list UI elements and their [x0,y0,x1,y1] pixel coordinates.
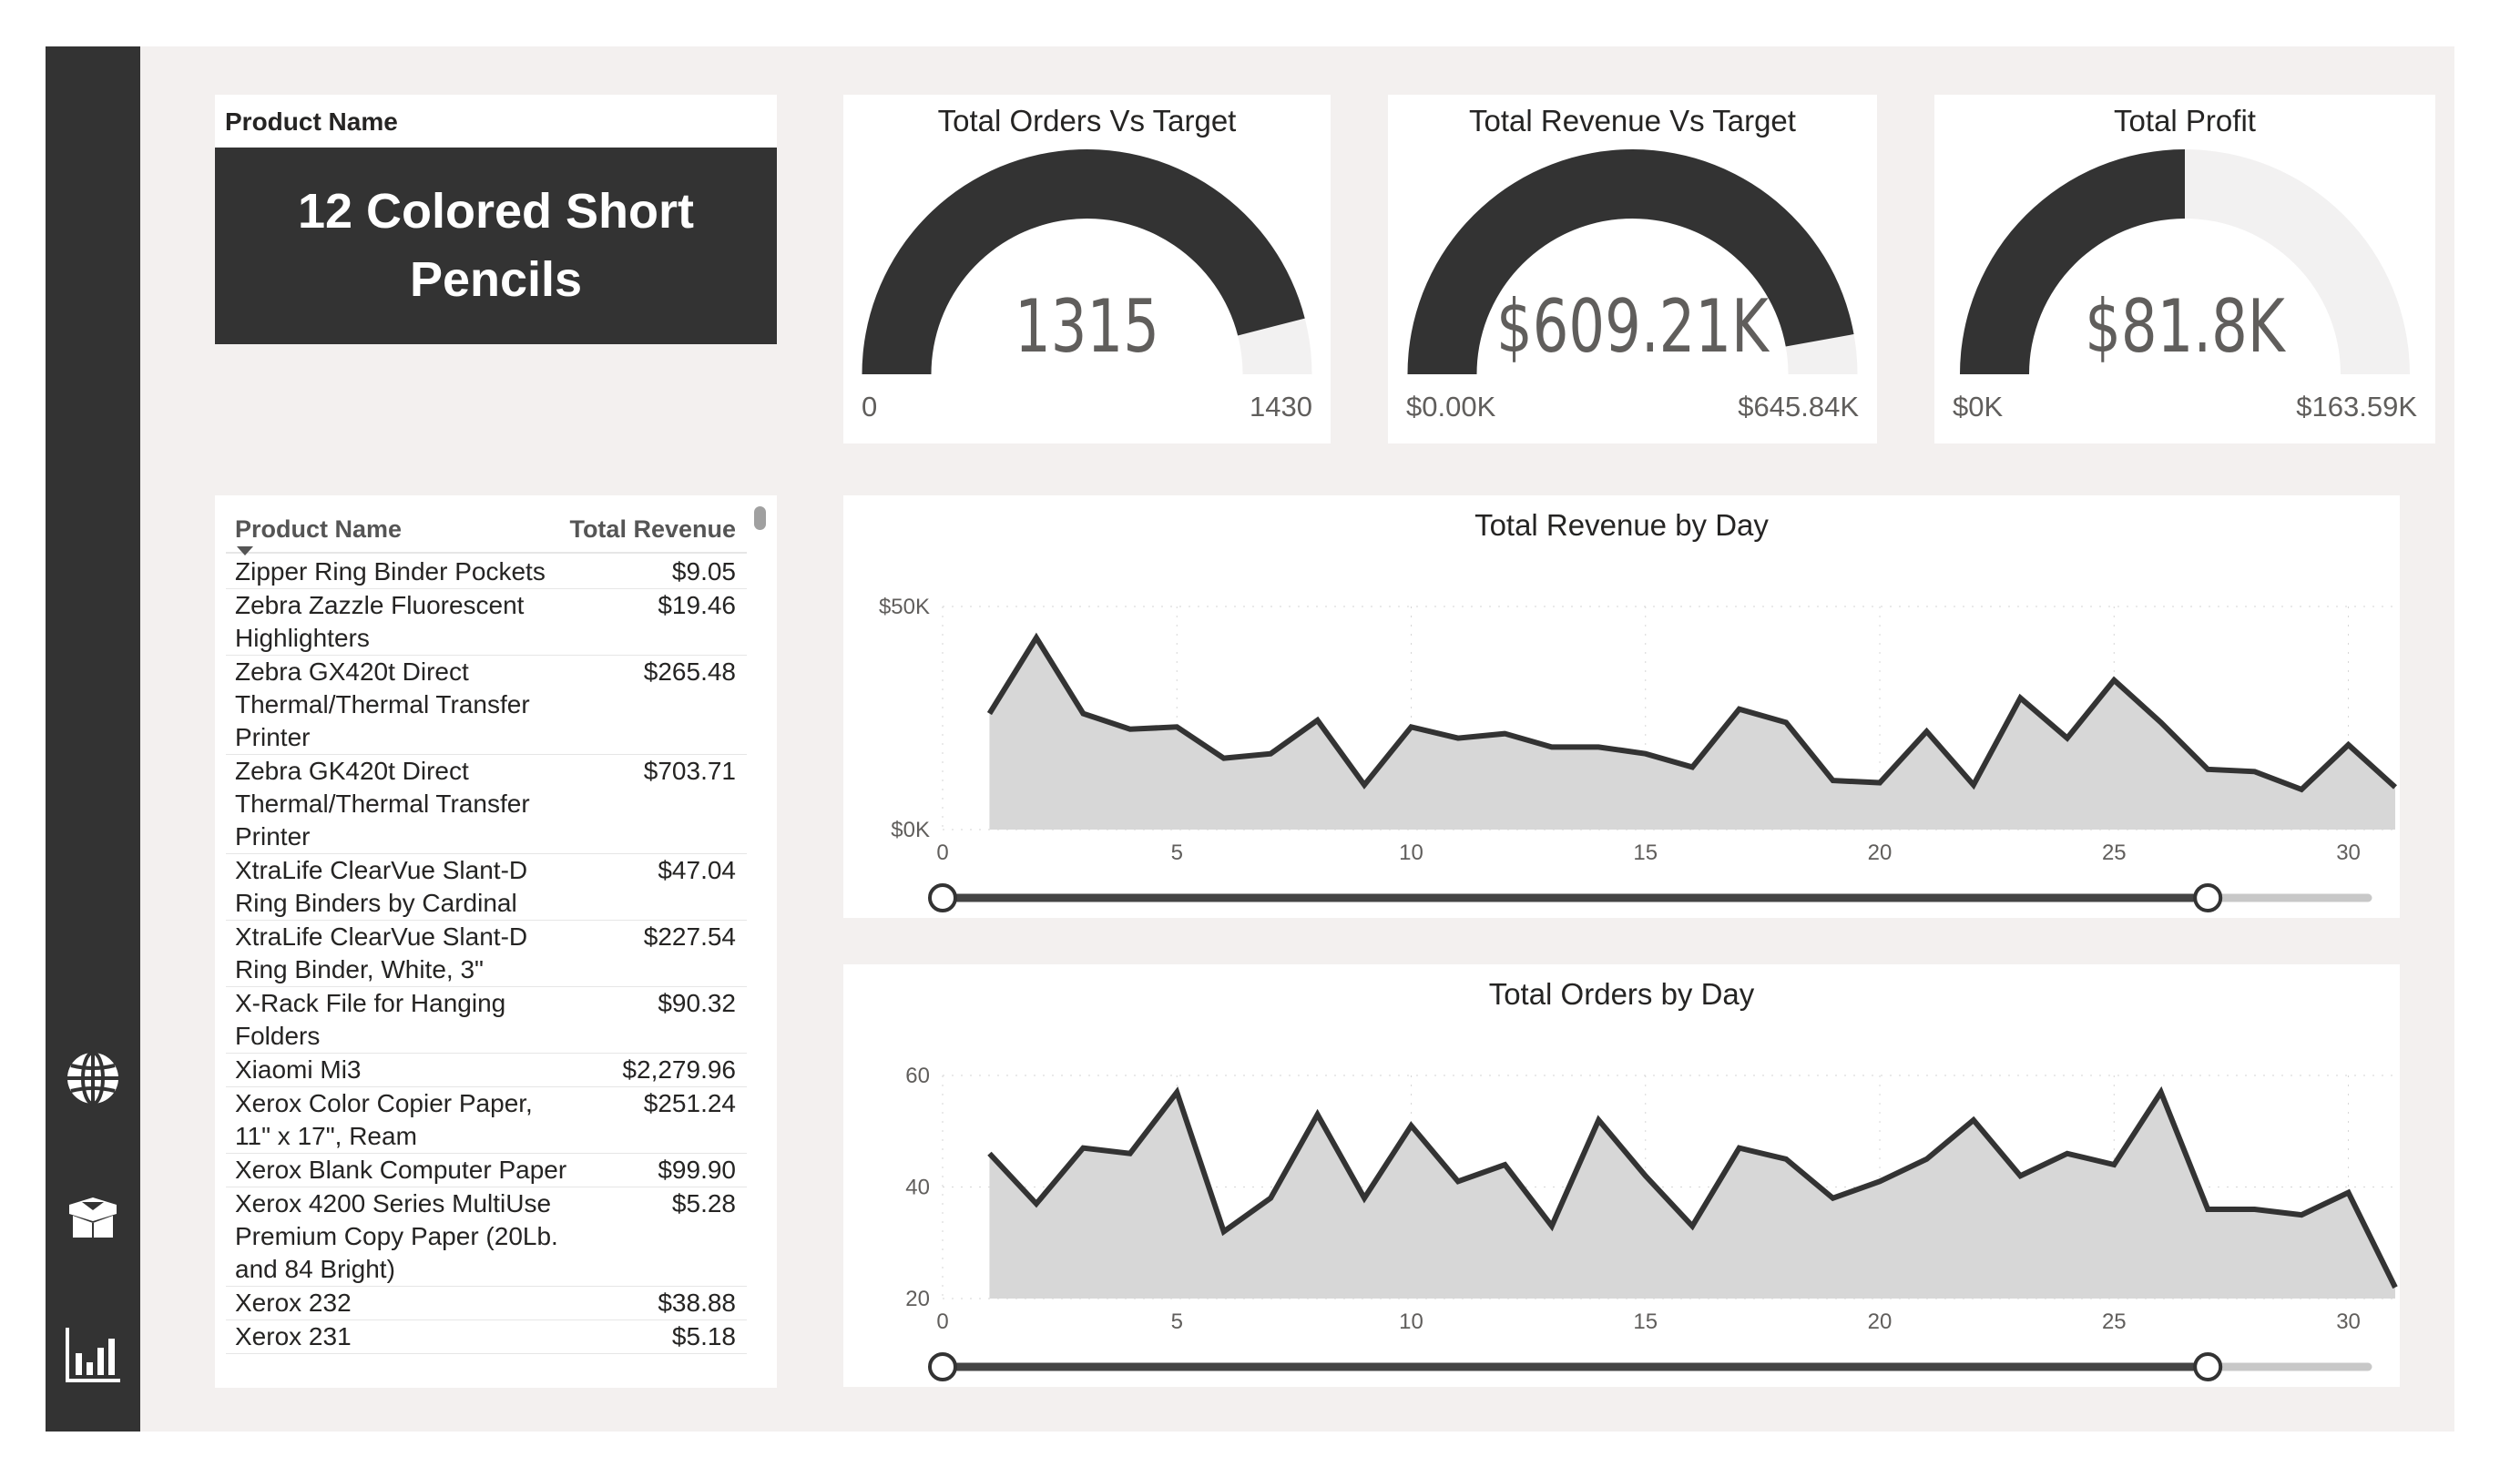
cell-total-revenue: $9.05 [671,557,736,586]
cell-product-name: Zebra GK420t Direct Thermal/Thermal Tran… [235,757,530,851]
nav-sidebar [46,46,140,1432]
gauge-profit-card[interactable]: Total Profit $81.8K $0K $163.59K [1934,95,2435,443]
cell-product-name: Xerox 4200 Series MultiUse Premium Copy … [235,1189,558,1283]
revenue-by-day-chart[interactable]: 0 5 10 15 20 25 30 $0K $50K [843,495,2400,918]
x-tick-label: 10 [1399,841,1423,865]
table-row[interactable]: Xerox Color Copier Paper, 11" x 17", Rea… [226,1087,747,1154]
cell-total-revenue: $265.48 [643,657,736,686]
cell-product-name: XtraLife ClearVue Slant-D Ring Binders b… [235,856,528,917]
gauge-min-label: 0 [862,391,878,423]
cell-product-name: Xerox 231 [235,1322,352,1350]
gauge-max-label: $163.59K [2296,391,2417,423]
gauge-max-label: $645.84K [1738,391,1859,423]
cell-total-revenue: $38.88 [658,1289,736,1317]
table-row[interactable]: Xiaomi Mi3 $2,279.96 [226,1054,747,1087]
sort-descending-icon [237,546,253,555]
y-tick-label: $0K [891,818,930,842]
gauge-value: $609.21K [1496,284,1769,369]
cell-total-revenue: $251.24 [643,1089,736,1117]
table-scrollbar[interactable] [754,506,766,530]
slider-handle-start[interactable] [928,1352,957,1381]
cell-product-name: Zipper Ring Binder Pockets [235,557,546,586]
cell-total-revenue: $47.04 [658,856,736,884]
revenue-by-day-card[interactable]: Total Revenue by Day 0 5 10 15 20 25 30 $0K $50K [843,495,2400,918]
table-row[interactable]: Xerox 232 $38.88 [226,1287,747,1320]
product-name-label: Product Name [225,107,398,136]
x-tick-label: 0 [936,1309,948,1334]
cell-total-revenue: $227.54 [643,922,736,951]
gauge-orders-card[interactable]: Total Orders Vs Target 1315 0 1430 [843,95,1331,443]
table-row[interactable]: Zebra GK420t Direct Thermal/Thermal Tran… [226,755,747,854]
cell-product-name: Zebra GX420t Direct Thermal/Thermal Tran… [235,657,530,751]
column-header-product-name[interactable]: Product Name [235,515,402,544]
cell-total-revenue: $99.90 [658,1156,736,1184]
x-tick-label: 5 [1171,1309,1183,1334]
table-header: Product Name Total Revenue [226,508,747,555]
x-tick-label: 5 [1171,841,1183,865]
cell-total-revenue: $703.71 [643,757,736,785]
cell-total-revenue: $19.46 [658,591,736,619]
table-row[interactable]: Zebra GX420t Direct Thermal/Thermal Tran… [226,656,747,755]
product-name-card: Product Name 12 Colored Short Pencils [215,95,777,344]
table-row[interactable]: Zipper Ring Binder Pockets $9.05 [226,555,747,589]
x-tick-label: 20 [1868,841,1893,865]
table-row[interactable]: Xerox 4200 Series MultiUse Premium Copy … [226,1187,747,1287]
y-tick-label: 40 [905,1176,930,1200]
product-revenue-table[interactable]: Product Name Total Revenue Zipper Ring B… [215,495,777,1388]
gauge-value: $81.8K [2085,284,2285,369]
x-tick-label: 20 [1868,1309,1893,1334]
table-row[interactable]: Xerox 231 $5.18 [226,1320,747,1354]
table-row[interactable]: Zebra Zazzle Fluorescent Highlighters $19… [226,589,747,656]
table-body: Zipper Ring Binder Pockets $9.05 Zebra Za… [226,555,747,1354]
gauge-revenue-card[interactable]: Total Revenue Vs Target $609.21K $0.00K … [1388,95,1877,443]
x-tick-label: 25 [2102,841,2127,865]
series-area [989,1092,2395,1299]
slider-handle-start[interactable] [928,883,957,912]
cell-total-revenue: $5.28 [671,1189,736,1218]
orders-by-day-chart[interactable]: 0 5 10 15 20 25 30 20 40 60 [843,964,2400,1387]
x-tick-label: 25 [2102,1309,2127,1334]
cell-total-revenue: $90.32 [658,989,736,1017]
x-tick-label: 10 [1399,1309,1423,1334]
gauge-min-label: $0.00K [1406,391,1496,423]
cell-product-name: Xiaomi Mi3 [235,1055,362,1084]
slider-handle-end[interactable] [2193,883,2223,912]
orders-by-day-card[interactable]: Total Orders by Day 0 5 10 15 20 25 30 20 40 60 [843,964,2400,1387]
table-row[interactable]: XtraLife ClearVue Slant-D Ring Binder, W… [226,921,747,987]
y-tick-label: $50K [879,595,930,619]
cell-product-name: Zebra Zazzle Fluorescent Highlighters [235,591,525,652]
x-tick-label: 15 [1633,1309,1658,1334]
table-row[interactable]: XtraLife ClearVue Slant-D Ring Binders b… [226,854,747,921]
product-name-box[interactable]: 12 Colored Short Pencils [215,148,777,344]
globe-icon[interactable] [64,1049,122,1107]
cell-product-name: Xerox Color Copier Paper, 11" x 17", Rea… [235,1089,533,1150]
x-tick-label: 30 [2336,841,2361,865]
table-row[interactable]: X-Rack File for Hanging Folders $90.32 [226,987,747,1054]
cell-product-name: Xerox 232 [235,1289,352,1317]
cell-product-name: Xerox Blank Computer Paper [235,1156,567,1184]
column-header-total-revenue[interactable]: Total Revenue [569,515,736,544]
gauge-min-label: $0K [1953,391,2004,423]
x-tick-label: 0 [936,841,948,865]
cell-product-name: X-Rack File for Hanging Folders [235,989,506,1050]
selected-product-name: 12 Colored Short Pencils [297,184,695,307]
slider-handle-end[interactable] [2193,1352,2223,1381]
box-icon[interactable] [64,1188,122,1247]
cell-total-revenue: $5.18 [671,1322,736,1350]
gauge-value: 1315 [1015,284,1159,369]
series-area [989,637,2395,830]
y-tick-label: 20 [905,1287,930,1311]
x-tick-label: 30 [2336,1309,2361,1334]
x-tick-label: 15 [1633,841,1658,865]
table-row[interactable]: Xerox Blank Computer Paper $99.90 [226,1154,747,1187]
cell-product-name: XtraLife ClearVue Slant-D Ring Binder, W… [235,922,528,983]
bar-chart-icon[interactable] [64,1326,122,1384]
gauge-max-label: 1430 [1250,391,1312,423]
y-tick-label: 60 [905,1064,930,1088]
cell-total-revenue: $2,279.96 [622,1055,736,1084]
